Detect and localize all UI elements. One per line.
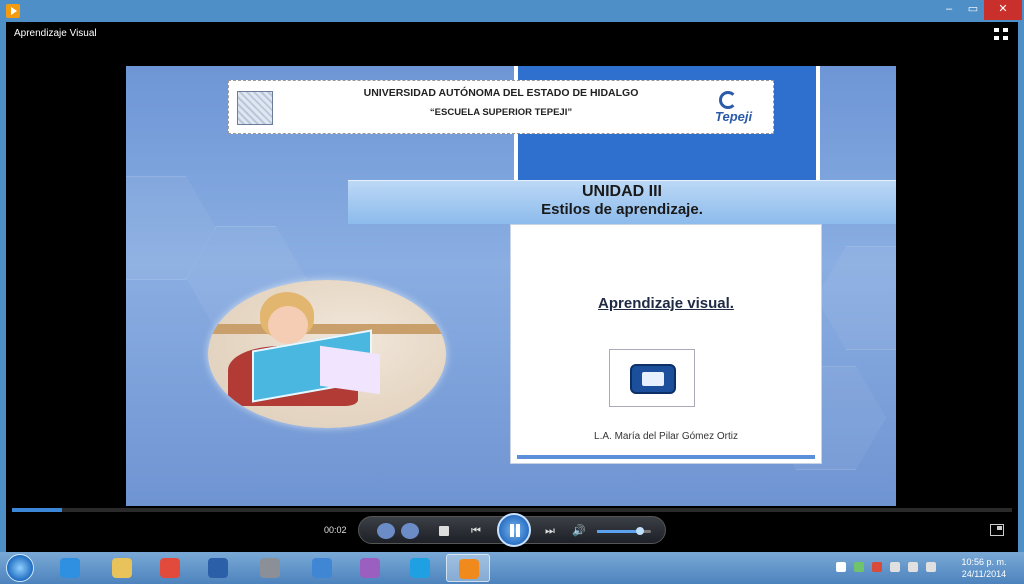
switch-to-library-icon[interactable] bbox=[990, 524, 1004, 536]
unit-title: UNIDAD III bbox=[582, 183, 662, 200]
volume-level bbox=[597, 530, 641, 533]
clock-date: 24/11/2014 bbox=[961, 569, 1007, 579]
taskbar-internet-explorer[interactable] bbox=[48, 554, 92, 582]
fullscreen-icon[interactable] bbox=[994, 28, 1008, 40]
taskbar-file-explorer[interactable] bbox=[100, 554, 144, 582]
card-heading: Aprendizaje visual. bbox=[598, 295, 734, 312]
author-name: L.A. María del Pilar Gómez Ortiz bbox=[594, 431, 738, 442]
next-button[interactable]: ⏭ bbox=[541, 523, 559, 539]
taskbar-media-player[interactable] bbox=[446, 554, 490, 582]
tepeji-logo-text: Tepeji bbox=[715, 109, 753, 124]
tray-app-icon[interactable] bbox=[854, 562, 864, 572]
window-frame-right bbox=[1018, 22, 1024, 552]
embedded-media-box[interactable] bbox=[609, 349, 695, 407]
seek-bar-progress bbox=[12, 508, 62, 512]
tray-flag-icon[interactable] bbox=[872, 562, 882, 572]
file-explorer-icon bbox=[112, 558, 132, 578]
skype-icon bbox=[410, 558, 430, 578]
seek-bar[interactable] bbox=[12, 508, 1012, 512]
presentation-slide: UNIVERSIDAD AUTÓNOMA DEL ESTADO DE HIDAL… bbox=[126, 66, 896, 506]
maximize-button[interactable]: ▭ bbox=[962, 0, 984, 20]
pause-button[interactable] bbox=[497, 513, 531, 547]
previous-button[interactable]: ⏮ bbox=[467, 523, 485, 539]
unit-banner: UNIDAD III Estilos de aprendizaje. bbox=[348, 180, 896, 224]
system-tray bbox=[832, 556, 942, 580]
video-player[interactable]: Aprendizaje Visual UNIVERSIDAD AUTÓNOMA … bbox=[6, 22, 1018, 552]
slide-header: UNIVERSIDAD AUTÓNOMA DEL ESTADO DE HIDAL… bbox=[228, 80, 774, 134]
mute-button[interactable]: 🔊 bbox=[571, 523, 587, 539]
taskbar-chrome[interactable] bbox=[148, 554, 192, 582]
media-player-icon bbox=[459, 559, 479, 579]
card-divider bbox=[517, 455, 815, 459]
taskbar-clock[interactable]: 10:56 p. m. 24/11/2014 bbox=[948, 556, 1020, 580]
video-title: Aprendizaje Visual bbox=[14, 28, 97, 39]
university-name: UNIVERSIDAD AUTÓNOMA DEL ESTADO DE HIDAL… bbox=[363, 87, 639, 99]
close-button[interactable]: ✕ bbox=[984, 0, 1022, 20]
tray-signal-icon[interactable] bbox=[908, 562, 918, 572]
taskbar-paint-app[interactable] bbox=[300, 554, 344, 582]
photo-book-page bbox=[320, 345, 380, 395]
media-app-icon bbox=[260, 558, 280, 578]
tepeji-logo: Tepeji bbox=[715, 89, 767, 127]
internet-explorer-icon bbox=[60, 558, 80, 578]
embedded-media-button-icon[interactable] bbox=[630, 364, 676, 394]
start-button[interactable] bbox=[6, 554, 34, 582]
tray-arrow-icon[interactable] bbox=[836, 562, 846, 572]
photo-child-face bbox=[268, 306, 308, 344]
messenger-icon bbox=[360, 558, 380, 578]
unit-subtitle: Estilos de aprendizaje. bbox=[541, 201, 703, 218]
taskbar: 10:56 p. m. 24/11/2014 bbox=[0, 552, 1024, 584]
word-icon bbox=[208, 558, 228, 578]
taskbar-word[interactable] bbox=[196, 554, 240, 582]
school-name: “ESCUELA SUPERIOR TEPEJI” bbox=[429, 107, 573, 118]
taskbar-media-app[interactable] bbox=[248, 554, 292, 582]
shuffle-icon[interactable] bbox=[377, 523, 395, 539]
desktop-screen: – ▭ ✕ Aprendizaje Visual UNIVERSIDAD AUT… bbox=[0, 0, 1024, 584]
paint-app-icon bbox=[312, 558, 332, 578]
tray-network-icon[interactable] bbox=[890, 562, 900, 572]
photo-shelf bbox=[208, 324, 446, 334]
chrome-icon bbox=[160, 558, 180, 578]
tepeji-swirl-icon bbox=[719, 91, 737, 109]
tray-volume-icon[interactable] bbox=[926, 562, 936, 572]
clock-time: 10:56 p. m. bbox=[961, 557, 1007, 567]
volume-slider[interactable] bbox=[597, 527, 651, 535]
media-player-app-icon bbox=[6, 4, 20, 18]
child-reading-photo bbox=[208, 280, 446, 428]
slide-content-card: Aprendizaje visual. L.A. María del Pilar… bbox=[510, 224, 822, 464]
taskbar-messenger[interactable] bbox=[348, 554, 392, 582]
volume-knob[interactable] bbox=[636, 527, 645, 535]
repeat-icon[interactable] bbox=[401, 523, 419, 539]
taskbar-skype[interactable] bbox=[398, 554, 442, 582]
playback-controls: ⏮ ⏭ 🔊 bbox=[358, 513, 666, 547]
background-hexagon bbox=[816, 246, 896, 350]
minimize-button[interactable]: – bbox=[938, 0, 960, 20]
elapsed-time: 00:02 bbox=[324, 525, 347, 535]
window-titlebar[interactable]: – ▭ ✕ bbox=[0, 0, 1024, 22]
stop-button[interactable] bbox=[439, 526, 449, 536]
